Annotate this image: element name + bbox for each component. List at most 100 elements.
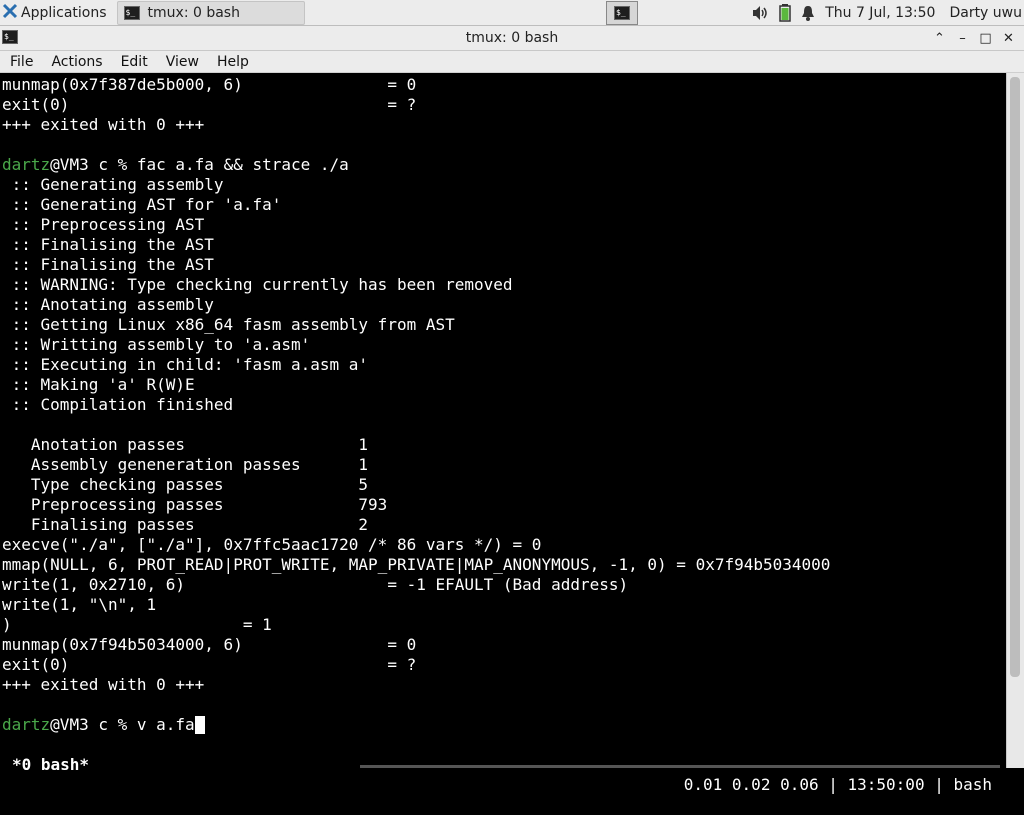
terminal-line: Preprocessing passes 793 [2,495,830,515]
terminal-line: munmap(0x7f94b5034000, 6) = 0 [2,635,830,655]
line-text: :: Preprocessing AST [2,215,205,234]
terminal-area[interactable]: munmap(0x7f387de5b000, 6) = 0 exit(0) = ?… [0,73,1006,794]
notification-bell-icon[interactable] [801,5,815,21]
line-text: :: Writting assembly to 'a.asm' [2,335,311,354]
prompt-line: dartz@VM3 c % fac a.fa && strace ./a [2,155,830,175]
line-text: Anotation passes 1 [2,435,369,454]
terminal-icon: $_ [123,5,140,20]
terminal-line: execve("./a", ["./a"], 0x7ffc5aac1720 /*… [2,535,830,555]
app-menu-icon [2,3,18,23]
taskbar-item-label: tmux: 0 bash [147,4,240,21]
line-text: write(1, 0x2710, 6) = -1 EFAULT (Bad add… [2,575,629,594]
taskbar-item-tmux[interactable]: $_ tmux: 0 bash [116,0,305,25]
line-text: :: Generating assembly [2,175,224,194]
terminal-line: Anotation passes 1 [2,435,830,455]
tmux-status-right: 0.01 0.02 0.06 | 13:50:00 | bash [683,775,992,794]
line-text: :: Anotating assembly [2,295,214,314]
user-menu[interactable]: Darty uwu [949,5,1022,21]
menu-actions[interactable]: Actions [42,54,111,70]
menu-file[interactable]: File [0,54,42,70]
clock[interactable]: Thu 7 Jul, 13:50 [825,5,935,21]
line-text: Finalising passes 2 [2,515,369,534]
line-text: Preprocessing passes 793 [2,495,388,514]
terminal-output: munmap(0x7f387de5b000, 6) = 0 exit(0) = ?… [2,75,830,735]
terminal-line: Type checking passes 5 [2,475,830,495]
terminal-line: ) = 1 [2,615,830,635]
prompt-line: dartz@VM3 c % v a.fa [2,715,830,735]
line-text: mmap(NULL, 6, PROT_READ|PROT_WRITE, MAP_… [2,555,831,574]
terminal-line: :: Finalising the AST [2,255,830,275]
terminal-line: munmap(0x7f387de5b000, 6) = 0 [2,75,830,95]
line-text: :: WARNING: Type checking currently has … [2,275,513,294]
terminal-line: mmap(NULL, 6, PROT_READ|PROT_WRITE, MAP_… [2,555,830,575]
terminal-scrollbar[interactable] [1006,73,1024,768]
line-text: +++ exited with 0 +++ [2,115,205,134]
workspace-switcher-button[interactable]: $_ [606,1,638,25]
window-titlebar[interactable]: $_ tmux: 0 bash ⌃ – □ ✕ [0,26,1024,51]
terminal-line: :: Generating assembly [2,175,830,195]
menubar: File Actions Edit View Help [0,51,1024,73]
prompt-user: dartz [2,155,51,174]
terminal-line: Finalising passes 2 [2,515,830,535]
tmux-window-label[interactable]: *0 bash* [12,755,89,775]
text-cursor [194,716,205,734]
terminal-line: +++ exited with 0 +++ [2,115,830,135]
applications-label: Applications [21,4,107,21]
line-text: :: Getting Linux x86_64 fasm assembly fr… [2,315,455,334]
applications-menu-button[interactable]: Applications [0,0,111,26]
line-text: exit(0) = ? [2,655,417,674]
terminal-icon: $_ [614,6,630,20]
line-text: Type checking passes 5 [2,475,369,494]
window-controls: ⌃ – □ ✕ [928,26,1020,51]
line-text: :: Finalising the AST [2,235,214,254]
close-icon[interactable]: ✕ [997,31,1020,46]
terminal-line: exit(0) = ? [2,655,830,675]
line-text: write(1, "\n", 1 [2,595,157,614]
system-tray: Thu 7 Jul, 13:50 Darty uwu [751,0,1024,26]
terminal-line: :: Getting Linux x86_64 fasm assembly fr… [2,315,830,335]
terminal-line: :: Anotating assembly [2,295,830,315]
maximize-icon[interactable]: □ [974,31,997,46]
terminal-line: write(1, "\n", 1 [2,595,830,615]
line-text: +++ exited with 0 +++ [2,675,205,694]
terminal-line: :: Finalising the AST [2,235,830,255]
terminal-line: :: Executing in child: 'fasm a.asm a' [2,355,830,375]
tmux-status-bar: *0 bash* 0.01 0.02 0.06 | 13:50:00 | bas… [0,735,1006,794]
line-text: :: Executing in child: 'fasm a.asm a' [2,355,369,374]
line-text: :: Making 'a' R(W)E [2,375,195,394]
terminal-line: +++ exited with 0 +++ [2,675,830,695]
line-text: ) = 1 [2,615,272,634]
terminal-line: :: Making 'a' R(W)E [2,375,830,395]
terminal-line: :: WARNING: Type checking currently has … [2,275,830,295]
terminal-line: Assembly geneneration passes 1 [2,455,830,475]
line-text: Assembly geneneration passes 1 [2,455,369,474]
top-panel: Applications $_ tmux: 0 bash $_ Thu 7 Ju… [0,0,1024,26]
prompt-user: dartz [2,715,51,734]
shade-icon[interactable]: ⌃ [928,31,951,46]
menu-view[interactable]: View [157,54,208,70]
line-text: :: Finalising the AST [2,255,214,274]
line-text: munmap(0x7f387de5b000, 6) = 0 [2,75,417,94]
menu-help[interactable]: Help [208,54,258,70]
line-text: @VM3 c % v a.fa [50,715,195,734]
volume-icon[interactable] [751,5,769,21]
terminal-line: exit(0) = ? [2,95,830,115]
terminal-line: :: Writting assembly to 'a.asm' [2,335,830,355]
line-text: munmap(0x7f94b5034000, 6) = 0 [2,635,417,654]
line-text: exit(0) = ? [2,95,417,114]
terminal-line: write(1, 0x2710, 6) = -1 EFAULT (Bad add… [2,575,830,595]
line-text: :: Generating AST for 'a.fa' [2,195,282,214]
line-text: execve("./a", ["./a"], 0x7ffc5aac1720 /*… [2,535,542,554]
terminal-line: :: Generating AST for 'a.fa' [2,195,830,215]
minimize-icon[interactable]: – [951,31,974,46]
scrollbar-thumb[interactable] [1010,77,1020,677]
terminal-line: :: Preprocessing AST [2,215,830,235]
line-text: :: Compilation finished [2,395,234,414]
menu-edit[interactable]: Edit [112,54,157,70]
battery-icon[interactable] [779,4,791,22]
window-title: tmux: 0 bash [465,30,559,46]
line-text: @VM3 c % fac a.fa && strace ./a [50,155,349,174]
